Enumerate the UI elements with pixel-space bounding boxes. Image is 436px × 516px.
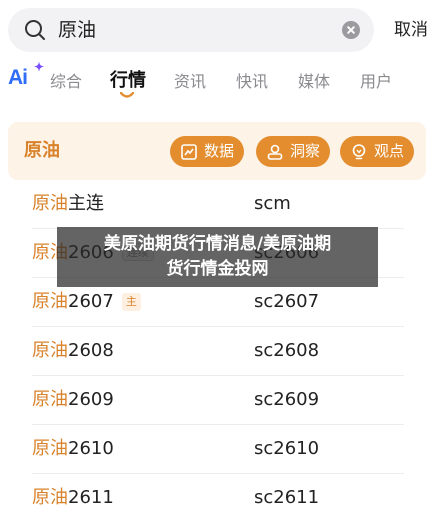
tab-quotes[interactable]: 行情 [110, 66, 146, 92]
search-row: 原油 取消 [8, 8, 428, 52]
contract-name: 原油2608 [32, 327, 114, 375]
caption-line-1: 美原油期货行情消息/美原油期 [103, 234, 332, 254]
list-item[interactable]: 原油2609 sc2609 [32, 376, 404, 425]
contract-prefix: 原油 [32, 193, 68, 214]
contract-suffix: 2609 [68, 389, 114, 410]
insight-button-label: 洞察 [290, 142, 321, 160]
tab-comprehensive[interactable]: 综合 [50, 68, 82, 92]
tab-bar: Ai ✦ 综合 行情 资讯 快讯 媒体 用户 [0, 60, 436, 102]
contract-code: scm [254, 193, 291, 214]
tab-users[interactable]: 用户 [360, 68, 392, 92]
contract-prefix: 原油 [32, 487, 68, 508]
contract-name: 原油2611 [32, 474, 114, 516]
insight-button[interactable]: 洞察 [256, 136, 331, 167]
search-query-text: 原油 [58, 19, 97, 41]
contract-code: sc2611 [254, 487, 320, 508]
data-button-label: 数据 [204, 142, 235, 160]
opinion-button[interactable]: 观点 [340, 136, 415, 167]
list-item[interactable]: 原油2608 sc2608 [32, 327, 404, 376]
ai-logo-icon[interactable]: Ai ✦ [8, 60, 44, 90]
contract-suffix: 主连 [68, 193, 104, 214]
tab-news[interactable]: 资讯 [174, 68, 206, 92]
contract-code: sc2608 [254, 340, 320, 361]
contract-code: sc2609 [254, 389, 320, 410]
list-item[interactable]: 原油主连 scm [32, 180, 404, 229]
list-item[interactable]: 原油2610 sc2610 [32, 425, 404, 474]
contract-suffix: 2608 [68, 340, 114, 361]
contract-name: 原油2609 [32, 376, 114, 424]
tab-flash[interactable]: 快讯 [236, 68, 268, 92]
opinion-button-label: 观点 [374, 142, 405, 160]
main-contract-badge: 主 [121, 293, 141, 311]
cancel-button[interactable]: 取消 [394, 8, 428, 52]
watermark-caption: 美原油期货行情消息/美原油期 货行情金投网 [57, 227, 378, 287]
contract-suffix: 2611 [68, 487, 114, 508]
data-button[interactable]: 数据 [170, 136, 245, 167]
contract-prefix: 原油 [32, 291, 68, 312]
clear-icon[interactable] [342, 21, 360, 39]
active-tab-indicator [120, 92, 134, 98]
contract-name: 原油主连 [32, 180, 104, 228]
commodity-card: 原油 数据 洞察 观点 [8, 122, 426, 180]
search-input[interactable]: 原油 [8, 8, 374, 52]
contract-prefix: 原油 [32, 438, 68, 459]
contract-code: sc2610 [254, 438, 320, 459]
contract-prefix: 原油 [32, 340, 68, 361]
person-icon [267, 144, 283, 160]
card-title: 原油 [24, 140, 60, 161]
contract-name: 原油2610 [32, 425, 114, 473]
chart-icon [181, 144, 197, 160]
search-results-page: 原油 取消 Ai ✦ 综合 行情 资讯 快讯 媒体 用户 原油 数据 洞察 观点… [0, 0, 436, 516]
caption-line-2: 货行情金投网 [166, 259, 269, 279]
contract-suffix: 2610 [68, 438, 114, 459]
bulb-icon [352, 144, 366, 160]
tab-media[interactable]: 媒体 [298, 68, 330, 92]
list-item[interactable]: 原油2611 sc2611 [32, 474, 404, 516]
contract-prefix: 原油 [32, 389, 68, 410]
contract-suffix: 2607 [68, 291, 114, 312]
search-icon [25, 20, 45, 40]
